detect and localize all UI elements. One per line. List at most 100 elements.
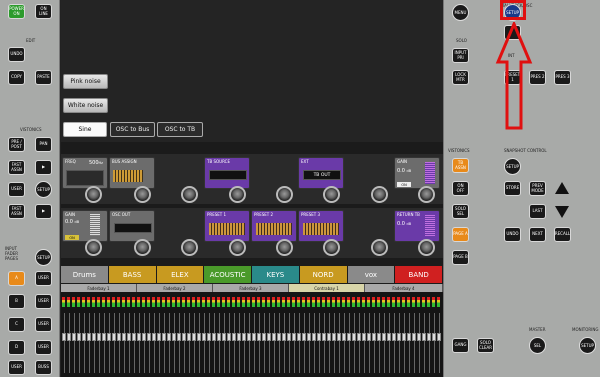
fader-cap[interactable] (277, 333, 281, 341)
channel-fader[interactable] (117, 293, 121, 377)
next-button[interactable]: NEXT (529, 227, 546, 242)
channel-fader[interactable] (362, 293, 366, 377)
channel-fader[interactable] (262, 293, 266, 377)
on-off-button[interactable]: ON OFF (452, 181, 469, 196)
knob-11[interactable] (181, 239, 198, 256)
user-d-button[interactable]: USER (35, 340, 52, 355)
master-sel-button[interactable]: SEL (529, 337, 546, 354)
channel-fader[interactable] (222, 293, 226, 377)
channel-fader[interactable] (92, 293, 96, 377)
channel-fader[interactable] (332, 293, 336, 377)
preset-1-matrix[interactable] (209, 223, 245, 235)
recall-button[interactable]: RECALL (554, 227, 571, 242)
menu-button[interactable]: MENU (452, 4, 469, 21)
preset-2-knob[interactable] (276, 239, 293, 256)
osc-to-tb-button[interactable]: OSC to TB (157, 122, 203, 137)
channel-fader[interactable] (172, 293, 176, 377)
channel-fader[interactable] (417, 293, 421, 377)
white-noise-button[interactable]: White noise (63, 98, 108, 113)
gain-on-button[interactable]: ON (397, 182, 411, 187)
fader-cap[interactable] (82, 333, 86, 341)
channel-fader[interactable] (132, 293, 136, 377)
fader-cap[interactable] (267, 333, 271, 341)
channel-fader[interactable] (297, 293, 301, 377)
power-on-button[interactable]: POWER ON (8, 4, 25, 19)
osc-on-button[interactable]: ON (65, 235, 79, 240)
knob-7[interactable] (371, 186, 388, 203)
prev-mode-button[interactable]: PREV MODE (529, 181, 546, 196)
channel-fader[interactable] (322, 293, 326, 377)
fader-cap[interactable] (272, 333, 276, 341)
preset-2-matrix[interactable] (256, 223, 292, 235)
monitoring-setup-button[interactable]: SETUP (579, 337, 596, 354)
freq-knob[interactable] (85, 186, 102, 203)
fader-cap[interactable] (327, 333, 331, 341)
fader-cap[interactable] (132, 333, 136, 341)
channel-fader[interactable] (287, 293, 291, 377)
fader-cap[interactable] (127, 333, 131, 341)
vistonics-setup-button[interactable]: SETUP (35, 181, 52, 198)
fader-cap[interactable] (112, 333, 116, 341)
channel-fader[interactable] (242, 293, 246, 377)
arrow-down-icon[interactable] (554, 205, 570, 219)
channel-fader[interactable] (392, 293, 396, 377)
knob-5[interactable] (276, 186, 293, 203)
store-button[interactable]: STORE (504, 181, 521, 196)
faderbay-2-header[interactable]: Faderbay 2 (137, 284, 213, 292)
fader-cap[interactable] (97, 333, 101, 341)
fader-cap[interactable] (262, 333, 266, 341)
online-button[interactable]: ON LINE (35, 4, 52, 19)
scene-tab-3[interactable]: ELEX (156, 266, 204, 283)
channel-fader[interactable] (87, 293, 91, 377)
faderbay-3-header[interactable]: Faderbay 3 (213, 284, 289, 292)
fader-cap[interactable] (107, 333, 111, 341)
channel-fader[interactable] (212, 293, 216, 377)
channel-fader[interactable] (272, 293, 276, 377)
return-tb-knob[interactable] (418, 239, 435, 256)
scene-tab-1[interactable]: Drums (61, 266, 108, 283)
fader-cap[interactable] (222, 333, 226, 341)
fader-cap[interactable] (372, 333, 376, 341)
scene-tab-8[interactable]: BAND (395, 266, 442, 283)
fader-page-b-button[interactable]: B (8, 294, 25, 309)
channel-fader[interactable] (247, 293, 251, 377)
user-e-button[interactable]: USER (8, 360, 25, 375)
page-b-button[interactable]: PAGE B (452, 250, 469, 265)
osc-out-display[interactable] (114, 223, 152, 233)
channel-fader[interactable] (282, 293, 286, 377)
fader-cap[interactable] (317, 333, 321, 341)
fader-cap[interactable] (357, 333, 361, 341)
pan-button[interactable]: PAN (35, 137, 52, 152)
channel-fader[interactable] (227, 293, 231, 377)
channel-fader[interactable] (122, 293, 126, 377)
channel-fader[interactable] (347, 293, 351, 377)
gang-button[interactable]: GANG (452, 338, 469, 353)
channel-fader[interactable] (217, 293, 221, 377)
fader-cap[interactable] (87, 333, 91, 341)
channel-fader[interactable] (102, 293, 106, 377)
fader-cap[interactable] (187, 333, 191, 341)
knob-15[interactable] (371, 239, 388, 256)
channel-fader[interactable] (82, 293, 86, 377)
contrabay-1-header[interactable]: Contrabay 1 (289, 284, 365, 292)
fader-cap[interactable] (62, 333, 66, 341)
channel-fader[interactable] (187, 293, 191, 377)
fader-cap[interactable] (237, 333, 241, 341)
preset-3-matrix[interactable] (303, 223, 339, 235)
fader-cap[interactable] (172, 333, 176, 341)
fader-cap[interactable] (282, 333, 286, 341)
channel-fader[interactable] (157, 293, 161, 377)
osc-to-bus-button[interactable]: OSC to Bus (110, 122, 155, 137)
fader-cap[interactable] (147, 333, 151, 341)
fader-cap[interactable] (232, 333, 236, 341)
channel-fader[interactable] (207, 293, 211, 377)
fader-cap[interactable] (337, 333, 341, 341)
fader-cap[interactable] (257, 333, 261, 341)
channel-fader[interactable] (177, 293, 181, 377)
channel-fader[interactable] (317, 293, 321, 377)
fader-cap[interactable] (312, 333, 316, 341)
fader-cap[interactable] (162, 333, 166, 341)
channel-fader[interactable] (387, 293, 391, 377)
fader-cap[interactable] (207, 333, 211, 341)
input-pri-button[interactable]: INPUT PRI (452, 48, 469, 63)
